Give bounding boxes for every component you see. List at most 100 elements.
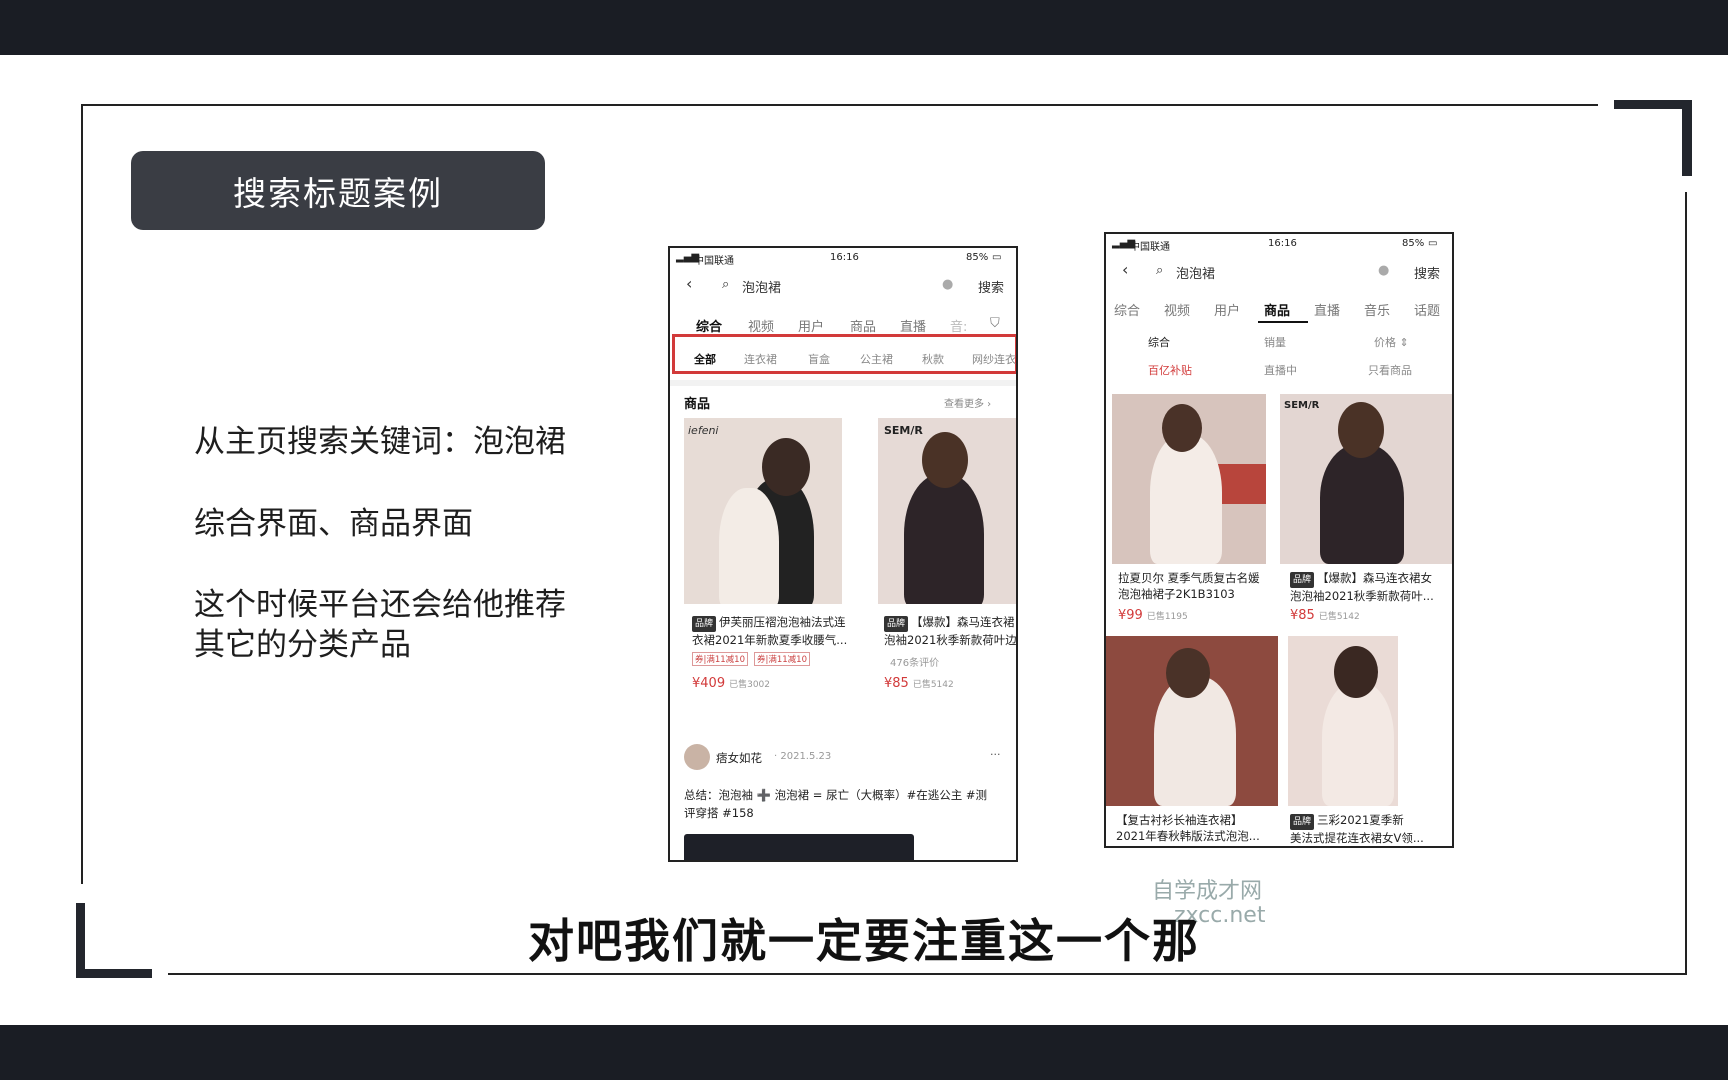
review-count: 476条评价 xyxy=(890,658,940,669)
clear-icon[interactable]: ● xyxy=(1378,263,1389,278)
battery-icon: ▭ xyxy=(992,252,1002,263)
back-icon[interactable]: ‹ xyxy=(1122,260,1128,279)
brand-badge: 品牌 xyxy=(1290,572,1315,588)
tab-live[interactable]: 直播 xyxy=(900,316,926,335)
product-image-1[interactable] xyxy=(1112,394,1266,564)
more-icon[interactable]: ··· xyxy=(990,748,1001,761)
video-subtitle: 对吧我们就一定要注重这一个那 xyxy=(528,914,1200,968)
point-2: 综合界面、商品界面 xyxy=(194,506,473,542)
status-bar: ▂▄▆ 中国联通 16:16 85% ▭ xyxy=(1106,234,1452,254)
search-button[interactable]: 搜索 xyxy=(978,277,1004,296)
product-title-3[interactable]: 【复古衬衫长袖连衣裙】 2021年春秋韩版法式泡泡... xyxy=(1116,812,1284,844)
phone-screenshot-search-overview: ▂▄▆ 中国联通 16:16 85% ▭ ‹ ⌕ 泡泡裙 ● 搜索 综合 视频 … xyxy=(668,246,1018,862)
slide-title: 搜索标题案例 xyxy=(131,151,545,230)
product-title-1[interactable]: 品牌 伊芙丽压褶泡泡袖法式连 衣裙2021年新款夏季收腰气... xyxy=(692,614,862,648)
section-title: 商品 xyxy=(684,397,711,412)
post-text: 总结：泡泡袖 ➕ 泡泡裙 = 尿亡（大概率）#在逃公主 #测 评穿搭 #158 xyxy=(684,788,988,820)
product-price-1: ¥409 已售3002 xyxy=(692,676,770,691)
sort-overview[interactable]: 综合 xyxy=(1148,334,1170,350)
sort-price[interactable]: 价格 ⇕ xyxy=(1374,334,1409,350)
category-blind-box[interactable]: 盲盒 xyxy=(808,351,830,367)
brand-logo-text: SEM/R xyxy=(884,424,923,437)
category-chips: 全部 连衣裙 盲盒 公主裙 秋款 网纱连衣 xyxy=(670,351,1016,367)
frame-right-line xyxy=(1685,192,1687,975)
brand-badge: 品牌 xyxy=(692,616,717,632)
filter-subsidy[interactable]: 百亿补贴 xyxy=(1148,362,1192,378)
phone-screenshot-goods-tab: ▂▄▆ 中国联通 16:16 85% ▭ ‹ ⌕ 泡泡裙 ● 搜索 综合 视频 … xyxy=(1104,232,1454,848)
search-icon: ⌕ xyxy=(722,277,730,292)
tab-user[interactable]: 用户 xyxy=(1214,300,1240,319)
product-image-3[interactable] xyxy=(1106,636,1278,806)
back-icon[interactable]: ‹ xyxy=(686,274,692,293)
coupon-tag: 券|满11减10 xyxy=(754,652,810,666)
tab-user[interactable]: 用户 xyxy=(798,316,824,335)
video-thumbnail[interactable] xyxy=(684,834,914,860)
category-dress[interactable]: 连衣裙 xyxy=(744,351,777,367)
tab-live[interactable]: 直播 xyxy=(1314,300,1340,319)
category-autumn[interactable]: 秋款 xyxy=(922,351,944,367)
result-tabs: 综合 视频 用户 商品 直播 音乐 话题 xyxy=(1106,294,1452,322)
tab-overview[interactable]: 综合 xyxy=(696,316,722,335)
top-letterbox xyxy=(0,0,1728,55)
tab-music[interactable]: 音: xyxy=(950,316,967,335)
point-1: 从主页搜索关键词：泡泡裙 xyxy=(194,424,566,460)
tab-video[interactable]: 视频 xyxy=(1164,300,1190,319)
battery-icon: ▭ xyxy=(1428,238,1438,249)
brand-logo-text: SEM/R xyxy=(1284,400,1320,411)
product-title-1[interactable]: 拉夏贝尔 夏季气质复古名媛 泡泡袖裙子2K1B3103 xyxy=(1118,570,1278,602)
corner-top-right-v xyxy=(1682,100,1692,176)
brand-badge: 品牌 xyxy=(884,616,909,632)
product-price-1: ¥99 已售1195 xyxy=(1118,608,1188,623)
product-price-2: ¥85 已售5142 xyxy=(1290,608,1360,623)
tab-overview[interactable]: 综合 xyxy=(1114,300,1140,319)
product-image-2[interactable]: SEM/R xyxy=(878,418,1016,604)
product-title-4[interactable]: 品牌 三彩2021夏季新 美法式提花连衣裙女V领... xyxy=(1290,812,1452,846)
carrier: 中国联通 xyxy=(1130,242,1170,253)
filter-live[interactable]: 直播中 xyxy=(1264,362,1297,378)
tab-goods[interactable]: 商品 xyxy=(850,316,876,335)
product-title-2[interactable]: 品牌 【爆款】森马连衣裙女 泡泡袖2021秋季新款荷叶... xyxy=(1290,570,1450,604)
coupon-tag: 券|满11减10 xyxy=(692,652,748,666)
bottom-letterbox xyxy=(0,1025,1728,1080)
post-author[interactable]: 痞女如花 xyxy=(716,750,762,766)
section-divider xyxy=(670,380,1016,386)
filter-goods-only[interactable]: 只看商品 xyxy=(1368,362,1412,378)
carrier: 中国联通 xyxy=(694,256,734,267)
post-date: · 2021.5.23 xyxy=(774,751,832,762)
frame-top-line xyxy=(81,104,1598,106)
product-title-2[interactable]: 品牌 【爆款】森马连衣裙 泡袖2021秋季新款荷叶边 xyxy=(884,614,1016,648)
clear-icon[interactable]: ● xyxy=(942,277,953,292)
brand-logo-text: iefeni xyxy=(688,424,719,437)
tab-underline xyxy=(1258,321,1308,323)
point-3: 这个时候平台还会给他推荐其它的分类产品 xyxy=(194,587,566,663)
category-mesh[interactable]: 网纱连衣 xyxy=(972,351,1016,367)
battery-level: 85% xyxy=(966,252,989,263)
frame-bottom-line xyxy=(168,973,1687,975)
tab-topic[interactable]: 话题 xyxy=(1414,300,1440,319)
corner-top-right-h xyxy=(1614,100,1692,109)
tab-goods[interactable]: 商品 xyxy=(1264,300,1290,319)
clock: 16:16 xyxy=(1268,238,1297,249)
battery-level: 85% xyxy=(1402,238,1425,249)
brand-badge: 品牌 xyxy=(1290,814,1315,830)
category-all[interactable]: 全部 xyxy=(694,351,716,367)
filter-icon[interactable]: ⛉ xyxy=(990,316,1000,331)
sort-sales[interactable]: 销量 xyxy=(1264,334,1286,350)
category-princess[interactable]: 公主裙 xyxy=(860,351,893,367)
product-image-2[interactable]: SEM/R xyxy=(1280,394,1452,564)
search-query[interactable]: 泡泡裙 xyxy=(1176,263,1215,282)
see-more-link[interactable]: 查看更多 › xyxy=(944,395,991,410)
search-bar[interactable]: ‹ ⌕ 泡泡裙 ● 搜索 xyxy=(1106,256,1452,286)
tab-video[interactable]: 视频 xyxy=(748,316,774,335)
clock: 16:16 xyxy=(830,252,859,263)
search-query[interactable]: 泡泡裙 xyxy=(742,277,781,296)
search-button[interactable]: 搜索 xyxy=(1414,263,1440,282)
product-image-4[interactable] xyxy=(1288,636,1452,806)
avatar[interactable] xyxy=(684,744,710,770)
search-bar[interactable]: ‹ ⌕ 泡泡裙 ● 搜索 xyxy=(670,270,1016,300)
search-icon: ⌕ xyxy=(1156,263,1164,278)
frame-left-line xyxy=(81,104,83,884)
product-image-1[interactable]: iefeni xyxy=(684,418,842,604)
tab-music[interactable]: 音乐 xyxy=(1364,300,1390,319)
product-price-2: ¥85 已售5142 xyxy=(884,676,954,691)
